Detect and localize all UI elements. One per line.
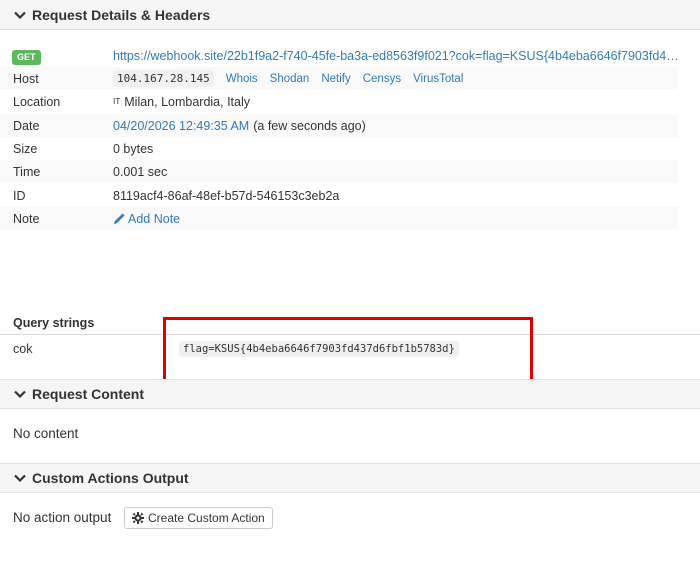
- id-label: ID: [13, 188, 26, 203]
- size-value: 0 bytes: [113, 141, 154, 156]
- shodan-link[interactable]: Shodan: [270, 73, 310, 85]
- netify-link[interactable]: Netify: [321, 73, 350, 85]
- id-row: ID 8119acf4-86af-48ef-b57d-546153c3eb2a: [0, 184, 678, 207]
- pencil-icon: [113, 212, 125, 225]
- time-row: Time 0.001 sec: [0, 160, 678, 183]
- query-strings-title: Query strings: [13, 316, 95, 330]
- size-label: Size: [13, 141, 38, 156]
- note-row: Note Add Note: [0, 207, 678, 230]
- query-key: cok: [13, 342, 33, 356]
- chevron-down-icon: [13, 387, 27, 401]
- location-row: Location IT Milan, Lombardia, Italy: [0, 90, 678, 113]
- id-value: 8119acf4-86af-48ef-b57d-546153c3eb2a: [113, 188, 340, 203]
- gear-icon: [132, 512, 144, 524]
- date-link[interactable]: 04/20/2026 12:49:35 AM: [113, 119, 249, 133]
- size-row: Size 0 bytes: [0, 137, 678, 160]
- country-code: IT: [113, 97, 121, 106]
- censys-link[interactable]: Censys: [363, 73, 401, 85]
- add-note-label: Add Note: [128, 211, 181, 226]
- section-request-content-header[interactable]: Request Content: [0, 379, 700, 409]
- section-request-details-header[interactable]: Request Details & Headers: [0, 0, 700, 30]
- request-content-body: No content: [13, 426, 79, 441]
- date-row: Date 04/20/2026 12:49:35 AM (a few secon…: [0, 114, 678, 137]
- whois-link[interactable]: Whois: [226, 73, 258, 85]
- chevron-down-icon: [13, 471, 27, 485]
- add-note-button[interactable]: Add Note: [113, 212, 180, 226]
- section-custom-actions-header[interactable]: Custom Actions Output: [0, 463, 700, 493]
- section-title: Custom Actions Output: [32, 470, 189, 486]
- create-custom-action-label: Create Custom Action: [148, 511, 265, 525]
- request-url-row: GET https://webhook.site/22b1f9a2-f740-4…: [0, 44, 679, 67]
- host-label: Host: [13, 71, 39, 86]
- create-custom-action-button[interactable]: Create Custom Action: [124, 507, 273, 529]
- method-badge: GET: [12, 50, 41, 65]
- section-title: Request Details & Headers: [32, 6, 211, 23]
- host-ip: 104.167.28.145: [113, 70, 214, 87]
- location-value: Milan, Lombardia, Italy: [124, 94, 251, 109]
- virustotal-link[interactable]: VirusTotal: [413, 73, 463, 85]
- time-label: Time: [13, 164, 41, 179]
- time-value: 0.001 sec: [113, 164, 168, 179]
- date-relative: (a few seconds ago): [253, 118, 366, 133]
- chevron-down-icon: [13, 8, 27, 22]
- section-title: Request Content: [32, 386, 144, 402]
- custom-actions-body: No action output: [13, 510, 112, 525]
- location-label: Location: [13, 94, 61, 109]
- date-label: Date: [13, 118, 40, 133]
- host-row: Host 104.167.28.145 Whois Shodan Netify …: [0, 67, 678, 90]
- note-label: Note: [13, 211, 40, 226]
- request-url-link[interactable]: https://webhook.site/22b1f9a2-f740-45fe-…: [113, 49, 679, 63]
